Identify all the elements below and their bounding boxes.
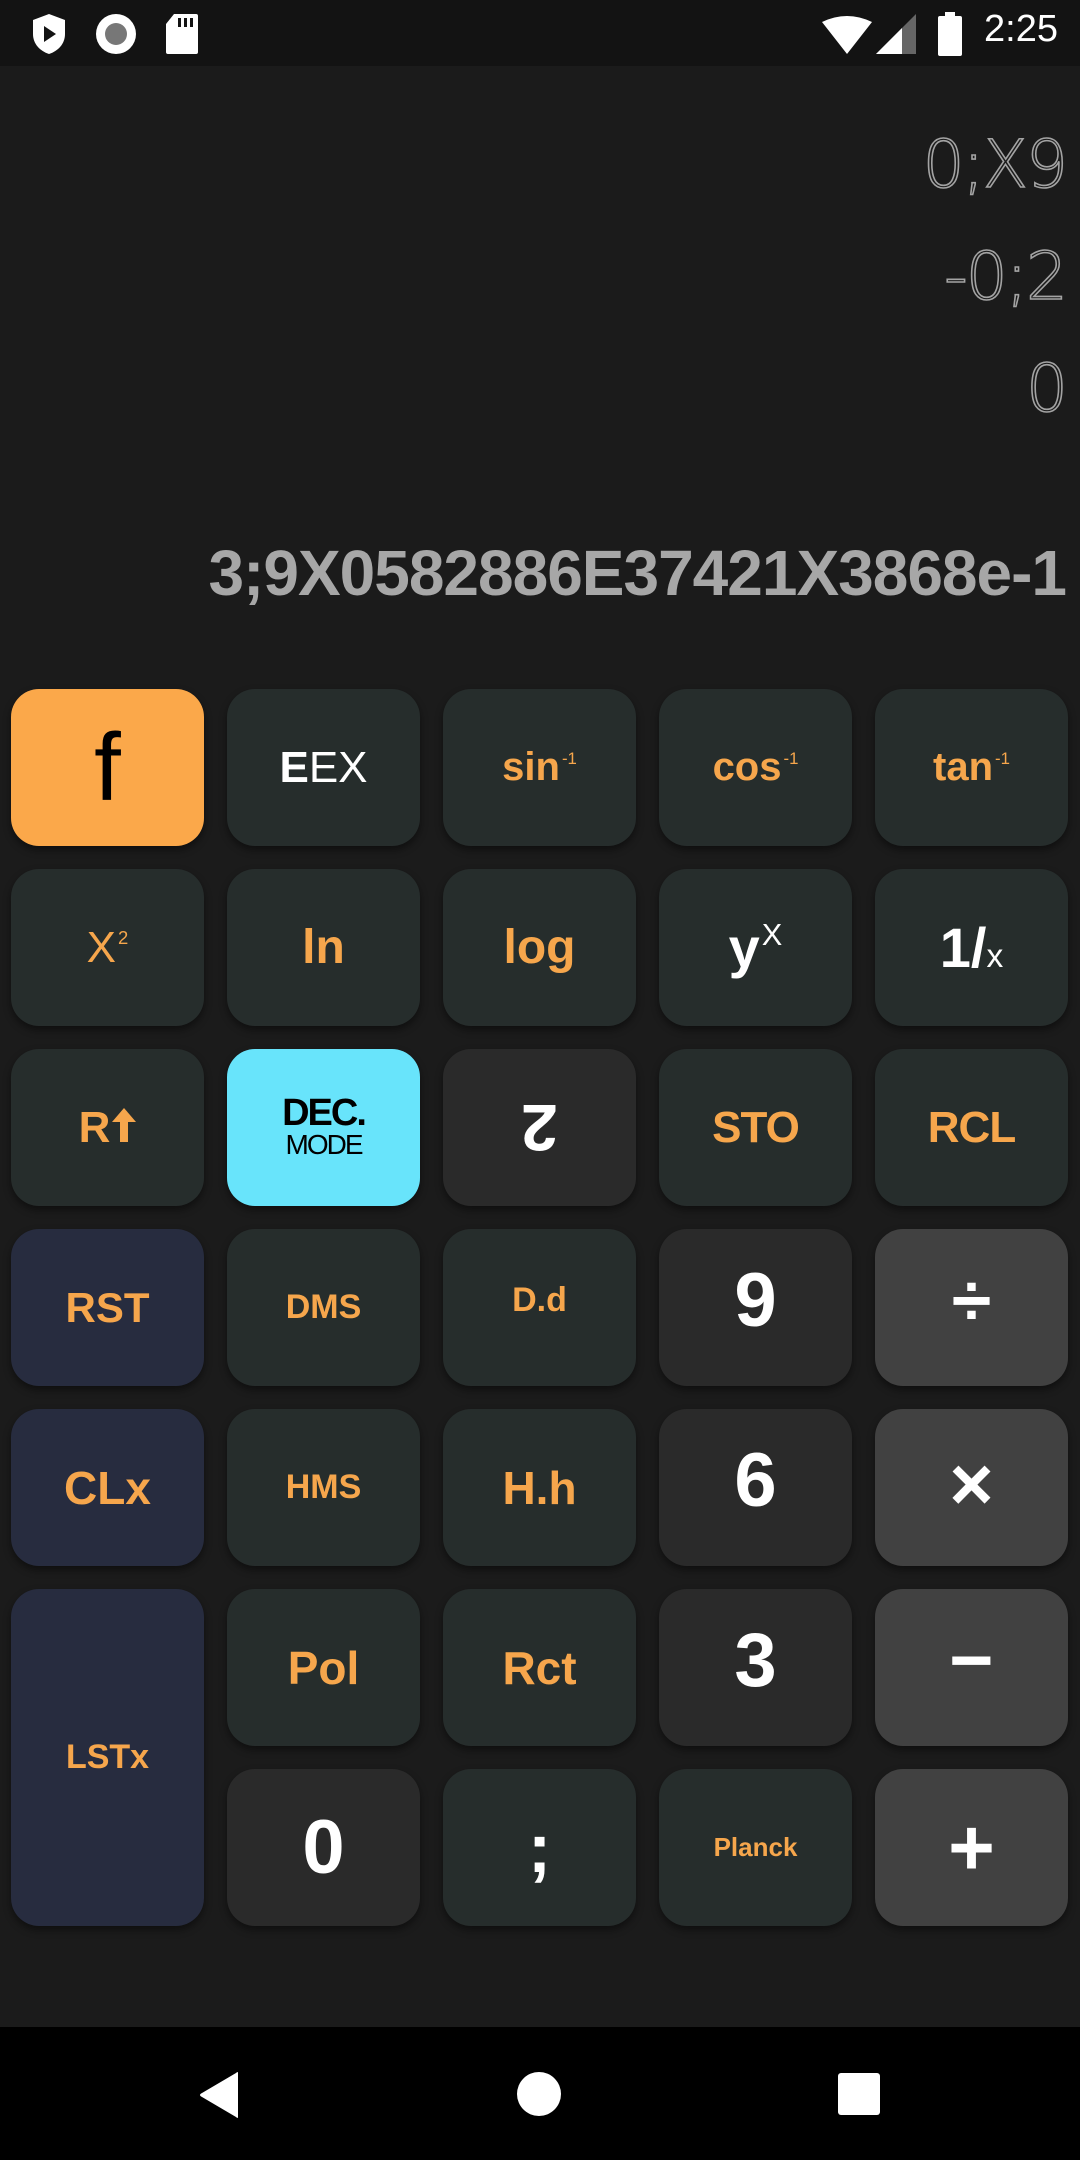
- f-shift-key[interactable]: f: [11, 689, 204, 846]
- digit-9-label: 9: [734, 1258, 777, 1343]
- dec-mode-key[interactable]: DEC. MODE: [227, 1049, 420, 1206]
- clx-label: CLx: [64, 1461, 151, 1514]
- navigation-bar: [0, 2027, 1080, 2160]
- home-icon[interactable]: [516, 2071, 562, 2122]
- stack-register-z: -0;2: [943, 237, 1069, 316]
- roll-up-key[interactable]: R: [11, 1049, 204, 1206]
- wifi-icon: [822, 16, 872, 59]
- roll-up-label: R: [78, 1102, 111, 1152]
- atan-label: tan: [933, 745, 994, 789]
- reciprocal-x: x: [986, 938, 1004, 975]
- semicolon-key[interactable]: ;: [443, 1769, 636, 1926]
- digit-3-label: 3: [734, 1618, 777, 1703]
- log-key[interactable]: log: [443, 869, 636, 1026]
- rcl-key[interactable]: RCL: [875, 1049, 1068, 1206]
- atan-sup: -1: [995, 749, 1010, 769]
- back-icon[interactable]: [198, 2071, 242, 2124]
- recents-icon[interactable]: [838, 2073, 880, 2120]
- mode-label-top: DEC.: [282, 1091, 367, 1134]
- rct-label: Rct: [502, 1641, 577, 1694]
- lstx-key[interactable]: LSTx: [11, 1589, 204, 1926]
- hh-key[interactable]: H.h: [443, 1409, 636, 1566]
- reciprocal-one: 1/: [939, 916, 987, 979]
- rpn-display: 0;X9 -0;2 0 3;9X0582886E37421X3868e-1: [0, 66, 1080, 676]
- digit-9-key[interactable]: 9: [659, 1229, 852, 1386]
- asin-label: sin: [502, 745, 560, 789]
- acos-key[interactable]: cos -1: [659, 689, 852, 846]
- rcl-label: RCL: [927, 1102, 1016, 1152]
- dms-key[interactable]: DMS: [227, 1229, 420, 1386]
- status-time: 2:25: [984, 8, 1058, 50]
- acos-label: cos: [712, 745, 782, 789]
- asin-sup: -1: [561, 749, 577, 769]
- sto-label: STO: [712, 1102, 800, 1152]
- eex-key[interactable]: E EX: [227, 689, 420, 846]
- dms-label: DMS: [285, 1288, 362, 1326]
- planck-label: Planck: [713, 1832, 798, 1862]
- divide-key[interactable]: ÷: [875, 1229, 1068, 1386]
- cell-signal-icon: [876, 14, 916, 59]
- digit-dek-label: 2: [521, 1090, 558, 1165]
- status-bar: 2:25: [0, 0, 1080, 66]
- x-squared-base: X: [86, 922, 117, 972]
- battery-icon: [938, 12, 962, 61]
- shield-play-icon: [30, 12, 68, 61]
- plus-key[interactable]: +: [875, 1769, 1068, 1926]
- stack-register-t: 0;X9: [922, 125, 1069, 204]
- y-power-x-base: y: [728, 916, 760, 979]
- mode-label-bottom: MODE: [285, 1128, 364, 1160]
- up-arrow-icon: [112, 1108, 137, 1147]
- record-icon: [94, 12, 138, 61]
- ln-key[interactable]: ln: [227, 869, 420, 1026]
- planck-key[interactable]: Planck: [659, 1769, 852, 1926]
- minus-key[interactable]: −: [875, 1589, 1068, 1746]
- y-power-x-key[interactable]: yX: [659, 869, 852, 1026]
- eex-label-bold: E: [279, 742, 309, 792]
- rct-key[interactable]: Rct: [443, 1589, 636, 1746]
- dd-key[interactable]: D.d: [443, 1229, 636, 1386]
- sd-card-icon: [164, 12, 200, 61]
- plus-label: +: [948, 1802, 995, 1892]
- lstx-label: LSTx: [65, 1738, 150, 1776]
- digit-6-key[interactable]: 6: [659, 1409, 852, 1566]
- sto-key[interactable]: STO: [659, 1049, 852, 1206]
- divide-label: ÷: [951, 1260, 992, 1341]
- digit-0-key[interactable]: 0: [227, 1769, 420, 1926]
- dd-label: D.d: [512, 1281, 567, 1319]
- hms-label: HMS: [285, 1468, 362, 1506]
- hms-key[interactable]: HMS: [227, 1409, 420, 1566]
- ln-label: ln: [302, 921, 345, 974]
- rst-key[interactable]: RST: [11, 1229, 204, 1386]
- stack-register-x: 3;9X0582886E37421X3868e-1: [208, 537, 1067, 609]
- x-squared-sup: 2: [118, 926, 129, 948]
- digit-6-label: 6: [734, 1438, 777, 1523]
- multiply-key[interactable]: ×: [875, 1409, 1068, 1566]
- asin-key[interactable]: sin -1: [443, 689, 636, 846]
- pol-key[interactable]: Pol: [227, 1589, 420, 1746]
- y-power-x-sup: X: [761, 917, 783, 953]
- semicolon-label: ;: [527, 1808, 552, 1887]
- digit-dek-key[interactable]: 2: [443, 1049, 636, 1206]
- digit-0-label: 0: [302, 1805, 345, 1890]
- stack-register-y: 0: [1025, 349, 1069, 428]
- x-squared-key[interactable]: X2: [11, 869, 204, 1026]
- reciprocal-key[interactable]: 1/x: [875, 869, 1068, 1026]
- pol-label: Pol: [287, 1641, 360, 1694]
- multiply-label: ×: [949, 1442, 994, 1527]
- digit-3-key[interactable]: 3: [659, 1589, 852, 1746]
- eex-label-rest: EX: [308, 742, 368, 792]
- atan-key[interactable]: tan -1: [875, 689, 1068, 846]
- acos-sup: -1: [783, 749, 799, 769]
- clx-key[interactable]: CLx: [11, 1409, 204, 1566]
- f-key-label: f: [94, 713, 121, 821]
- minus-label: −: [949, 1618, 994, 1703]
- rst-label: RST: [65, 1283, 150, 1331]
- hh-label: H.h: [502, 1461, 577, 1514]
- log-label: log: [503, 921, 576, 974]
